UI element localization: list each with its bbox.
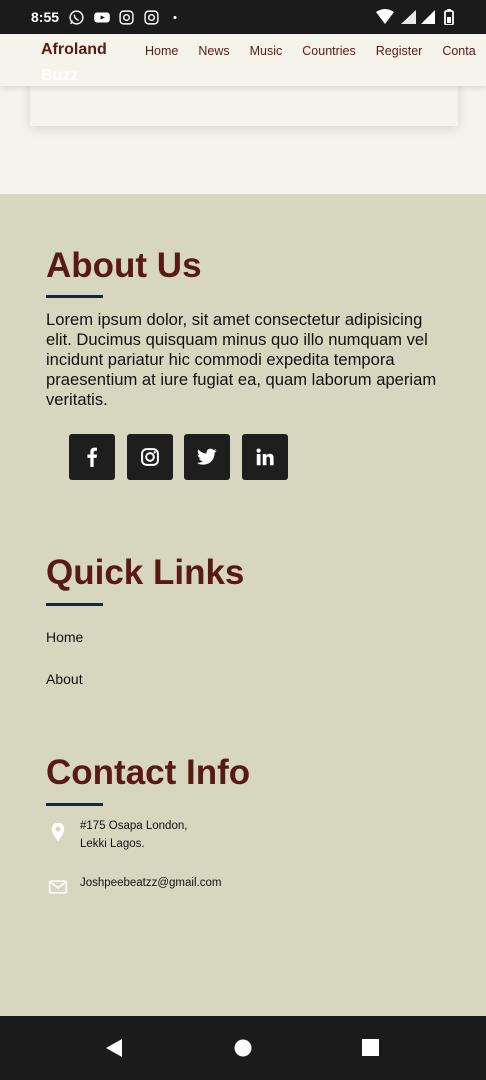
whatsapp-icon [69, 10, 84, 25]
site-footer: About Us Lorem ipsum dolor, sit amet con… [0, 194, 486, 1016]
system-nav-bar [0, 1016, 486, 1080]
site-header: Afroland Buzz Home News Music Countries … [0, 34, 486, 86]
nav-countries[interactable]: Countries [302, 44, 356, 58]
nav-contact[interactable]: Conta [442, 44, 475, 58]
contact-email[interactable]: Joshpeebeatzz@gmail.com [80, 874, 221, 892]
contact-address: #175 Osapa London, Lekki Lagos. [80, 817, 187, 853]
instagram-button[interactable] [126, 434, 173, 480]
about-rule [46, 295, 103, 298]
twitter-button[interactable] [184, 434, 230, 480]
back-icon[interactable] [104, 1038, 124, 1058]
main-nav: Home News Music Countries Register Conta [145, 44, 486, 58]
contact-heading: Contact Info [46, 753, 251, 792]
notification-dot-icon [173, 15, 177, 20]
about-heading: About Us [46, 246, 202, 285]
youtube-icon [94, 12, 110, 23]
home-circle-icon[interactable] [233, 1038, 253, 1058]
nav-music[interactable]: Music [250, 44, 283, 58]
quick-links-rule [46, 603, 103, 606]
linkedin-icon [256, 448, 274, 466]
battery-icon [444, 9, 454, 25]
nav-register[interactable]: Register [376, 44, 423, 58]
social-links [69, 434, 299, 480]
envelope-icon [48, 880, 68, 894]
quick-links-heading: Quick Links [46, 553, 245, 592]
about-text: Lorem ipsum dolor, sit amet consectetur … [46, 310, 437, 409]
facebook-icon [87, 447, 97, 467]
signal-icon-2 [421, 10, 435, 24]
location-pin-icon [51, 822, 65, 842]
instagram-icon [140, 448, 159, 466]
address-line-2: Lekki Lagos. [80, 838, 145, 850]
recents-square-icon[interactable] [361, 1038, 380, 1057]
quick-link-home[interactable]: Home [46, 629, 83, 645]
address-line-1: #175 Osapa London, [80, 820, 188, 832]
instagram-status-icon-2 [144, 10, 159, 25]
contact-rule [46, 803, 103, 806]
brand-line-2: Buzz [41, 67, 79, 84]
brand-line-1: Afroland [41, 41, 107, 58]
nav-home[interactable]: Home [145, 44, 178, 58]
nav-news[interactable]: News [198, 44, 229, 58]
twitter-icon [197, 448, 217, 465]
quick-link-about[interactable]: About [46, 671, 83, 687]
linkedin-button[interactable] [241, 434, 288, 480]
signal-icon [401, 10, 416, 24]
instagram-status-icon [119, 10, 134, 25]
status-time: 8:55 [31, 9, 60, 25]
wifi-icon [376, 9, 394, 24]
brand-logo[interactable]: Afroland Buzz [41, 37, 131, 89]
status-bar: 8:55 [0, 0, 486, 34]
facebook-button[interactable] [69, 434, 115, 480]
